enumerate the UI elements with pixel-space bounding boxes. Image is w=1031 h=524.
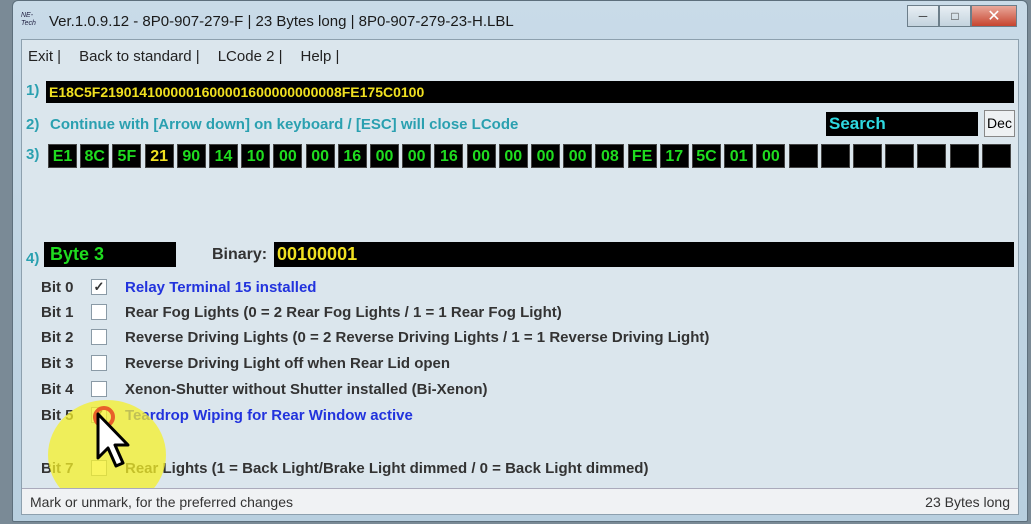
bit-description[interactable]: Reverse Driving Light off when Rear Lid … (125, 355, 450, 372)
menu-help[interactable]: Help | (301, 48, 340, 65)
bit-checkbox[interactable] (91, 329, 107, 345)
row2-label: 2) (26, 116, 40, 133)
bit-description[interactable]: Teardrop Wiping for Rear Window active (125, 407, 413, 424)
title-bar: NE- Tech Ver.1.0.9.12 - 8P0-907-279-F | 2… (21, 9, 514, 33)
status-length: 23 Bytes long (925, 493, 1010, 510)
byte-cell[interactable]: 08 (595, 144, 625, 168)
byte-cell[interactable]: 10 (241, 144, 271, 168)
bit-row: Bit 2 Reverse Driving Lights (0 = 2 Rever… (22, 326, 709, 348)
byte-cell[interactable]: 16 (434, 144, 464, 168)
byte-cell[interactable] (917, 144, 947, 168)
bit-row: Bit 4 Xenon-Shutter without Shutter insta… (22, 378, 487, 400)
row4-label: 4) (26, 250, 40, 267)
bit-description[interactable]: Relay Terminal 15 installed (125, 279, 316, 296)
row3-label: 3) (26, 146, 40, 163)
menu-exit[interactable]: Exit | (28, 48, 61, 65)
byte-cell[interactable] (788, 144, 818, 168)
binary-field: 00100001 (274, 242, 1014, 267)
bit-checkbox[interactable] (91, 355, 107, 371)
mouse-cursor-icon (96, 412, 130, 468)
bit-checkbox[interactable] (91, 381, 107, 397)
lcode-window: NE- Tech Ver.1.0.9.12 - 8P0-907-279-F | 2… (12, 0, 1028, 522)
menu-lcode2[interactable]: LCode 2 | (218, 48, 283, 65)
byte-cell[interactable]: 00 (402, 144, 432, 168)
dec-button[interactable]: Dec (984, 110, 1015, 137)
byte-cell[interactable]: 8C (80, 144, 110, 168)
bit-label: Bit 3 (41, 354, 74, 372)
maximize-button[interactable]: □ (939, 5, 971, 27)
byte-cell[interactable]: 00 (273, 144, 303, 168)
app-logo: NE- Tech (21, 12, 36, 27)
bit-label: Bit 4 (41, 380, 74, 398)
bit-description[interactable]: Reverse Driving Lights (0 = 2 Reverse Dr… (125, 329, 709, 346)
byte-cell[interactable]: 16 (337, 144, 367, 168)
client-area: Exit | Back to standard | LCode 2 | Help… (21, 39, 1019, 515)
search-field[interactable]: Search (826, 112, 978, 136)
bit-description[interactable]: Rear Fog Lights (0 = 2 Rear Fog Lights /… (125, 304, 562, 321)
bit-description[interactable]: Xenon-Shutter without Shutter installed … (125, 381, 487, 398)
bit-label: Bit 2 (41, 328, 74, 346)
status-message: Mark or unmark, for the preferred change… (30, 493, 294, 510)
byte-cell[interactable]: 00 (370, 144, 399, 168)
byte-cell[interactable] (949, 144, 979, 168)
row1-label: 1) (26, 82, 40, 99)
byte-field: Byte 3 (44, 242, 176, 267)
byte-cell[interactable] (820, 144, 850, 168)
byte-cell[interactable]: 14 (209, 144, 238, 168)
byte-cell[interactable]: 00 (563, 144, 593, 168)
status-bar: Mark or unmark, for the preferred change… (22, 488, 1018, 514)
byte-cell[interactable]: 00 (466, 144, 496, 168)
bit-description[interactable]: Rear Lights (1 = Back Light/Brake Light … (125, 460, 648, 477)
coding-string-field[interactable]: E18C5F2190141000001600001600000000008FE1… (46, 81, 1014, 103)
byte-cell[interactable] (885, 144, 915, 168)
bit-row: Bit 1 Rear Fog Lights (0 = 2 Rear Fog Lig… (22, 301, 562, 323)
bit-row: Bit 3 Reverse Driving Light off when Rear… (22, 352, 450, 374)
bit-row: Bit 0 ✓ Relay Terminal 15 installed (22, 276, 316, 298)
menu-back-to-standard[interactable]: Back to standard | (79, 48, 200, 65)
bit-checkbox[interactable] (91, 304, 107, 320)
byte-cell[interactable]: 00 (498, 144, 528, 168)
binary-label: Binary: (212, 246, 268, 263)
window-title: Ver.1.0.9.12 - 8P0-907-279-F | 23 Bytes … (49, 12, 514, 30)
byte-cell[interactable]: 5C (692, 144, 721, 168)
byte-cell[interactable]: FE (627, 144, 657, 168)
byte-cell[interactable] (981, 144, 1011, 168)
byte-cell[interactable]: E1 (48, 144, 77, 168)
byte-cell[interactable]: 21 (144, 144, 174, 168)
byte-cell[interactable]: 00 (531, 144, 560, 168)
byte-cell[interactable]: 00 (756, 144, 786, 168)
byte-cell[interactable]: 01 (724, 144, 754, 168)
bit-label: Bit 0 (41, 278, 74, 296)
menu-bar: Exit | Back to standard | LCode 2 | Help… (28, 48, 339, 65)
instruction-text: Continue with [Arrow down] on keyboard /… (50, 116, 519, 133)
minimize-button[interactable]: ─ (907, 5, 939, 27)
bit-label: Bit 1 (41, 303, 74, 321)
byte-cell[interactable] (853, 144, 882, 168)
byte-cell[interactable]: 90 (176, 144, 206, 168)
bit-checkbox[interactable]: ✓ (91, 279, 107, 295)
byte-cell[interactable]: 00 (305, 144, 335, 168)
close-button[interactable]: ✕ (971, 5, 1017, 27)
byte-cell[interactable]: 5F (112, 144, 142, 168)
byte-cell[interactable]: 17 (659, 144, 689, 168)
